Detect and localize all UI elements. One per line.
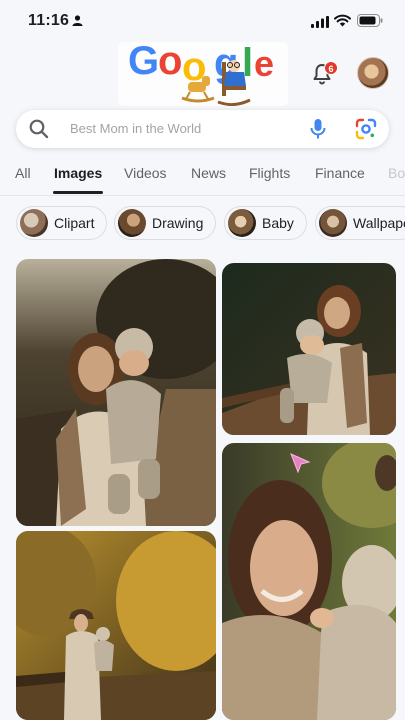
tab-all[interactable]: All [15,165,31,181]
search-tabs: All Images Videos News Flights Finance B… [0,160,405,196]
logo-letter-o1: o [158,42,182,83]
person-icon [72,15,83,26]
image-result-3[interactable] [222,443,396,720]
photo-mother-baby-forest-path [222,263,396,435]
chip-thumbnail [118,209,146,237]
chip-wallpaper[interactable]: Wallpaper [315,206,405,240]
chip-label: Baby [262,215,294,231]
tab-images[interactable]: Images [54,165,102,181]
chip-label: Clipart [54,215,95,231]
battery-icon [357,14,383,27]
image-result-4[interactable] [16,531,216,720]
chip-thumbnail [228,209,256,237]
chip-baby[interactable]: Baby [224,206,307,240]
cellular-signal-icon [311,16,329,28]
image-result-1[interactable] [16,259,216,526]
tab-books[interactable]: Bo [388,165,405,181]
pointer-cursor-icon [290,453,311,474]
clock: 11:16 [28,12,70,29]
account-avatar[interactable] [357,57,389,89]
image-result-2[interactable] [222,263,396,435]
chip-clipart[interactable]: Clipart [16,206,108,240]
search-bar[interactable]: Best Mom in the World [16,110,389,148]
doodle-art: G o o g l e [128,39,274,107]
photo-mother-smiling-baby-closeup [222,443,396,720]
chip-label: Drawing [152,215,204,231]
chip-thumbnail [319,209,347,237]
tab-flights[interactable]: Flights [249,165,290,181]
microphone-icon[interactable] [308,117,328,141]
chip-thumbnail [20,209,48,237]
status-bar: 11:16 [0,0,405,40]
photo-mother-baby-autumn-bridge [16,531,216,720]
logo-letter-g: G [128,42,159,83]
photo-mother-holding-baby-boardwalk [16,259,216,526]
tab-videos[interactable]: Videos [124,165,167,181]
tab-finance[interactable]: Finance [315,165,365,181]
notification-count-badge: 6 [324,61,338,75]
search-query[interactable]: Best Mom in the World [70,121,201,136]
tab-news[interactable]: News [191,165,226,181]
wifi-icon [334,14,351,27]
chip-drawing[interactable]: Drawing [114,206,217,240]
logo-letter-e: e [254,43,274,84]
google-lens-icon[interactable] [354,117,378,141]
chip-label: Wallpaper [353,215,405,231]
search-icon [29,119,49,139]
active-tab-indicator [53,191,103,194]
google-doodle-logo[interactable]: G o o g l e [118,39,288,107]
